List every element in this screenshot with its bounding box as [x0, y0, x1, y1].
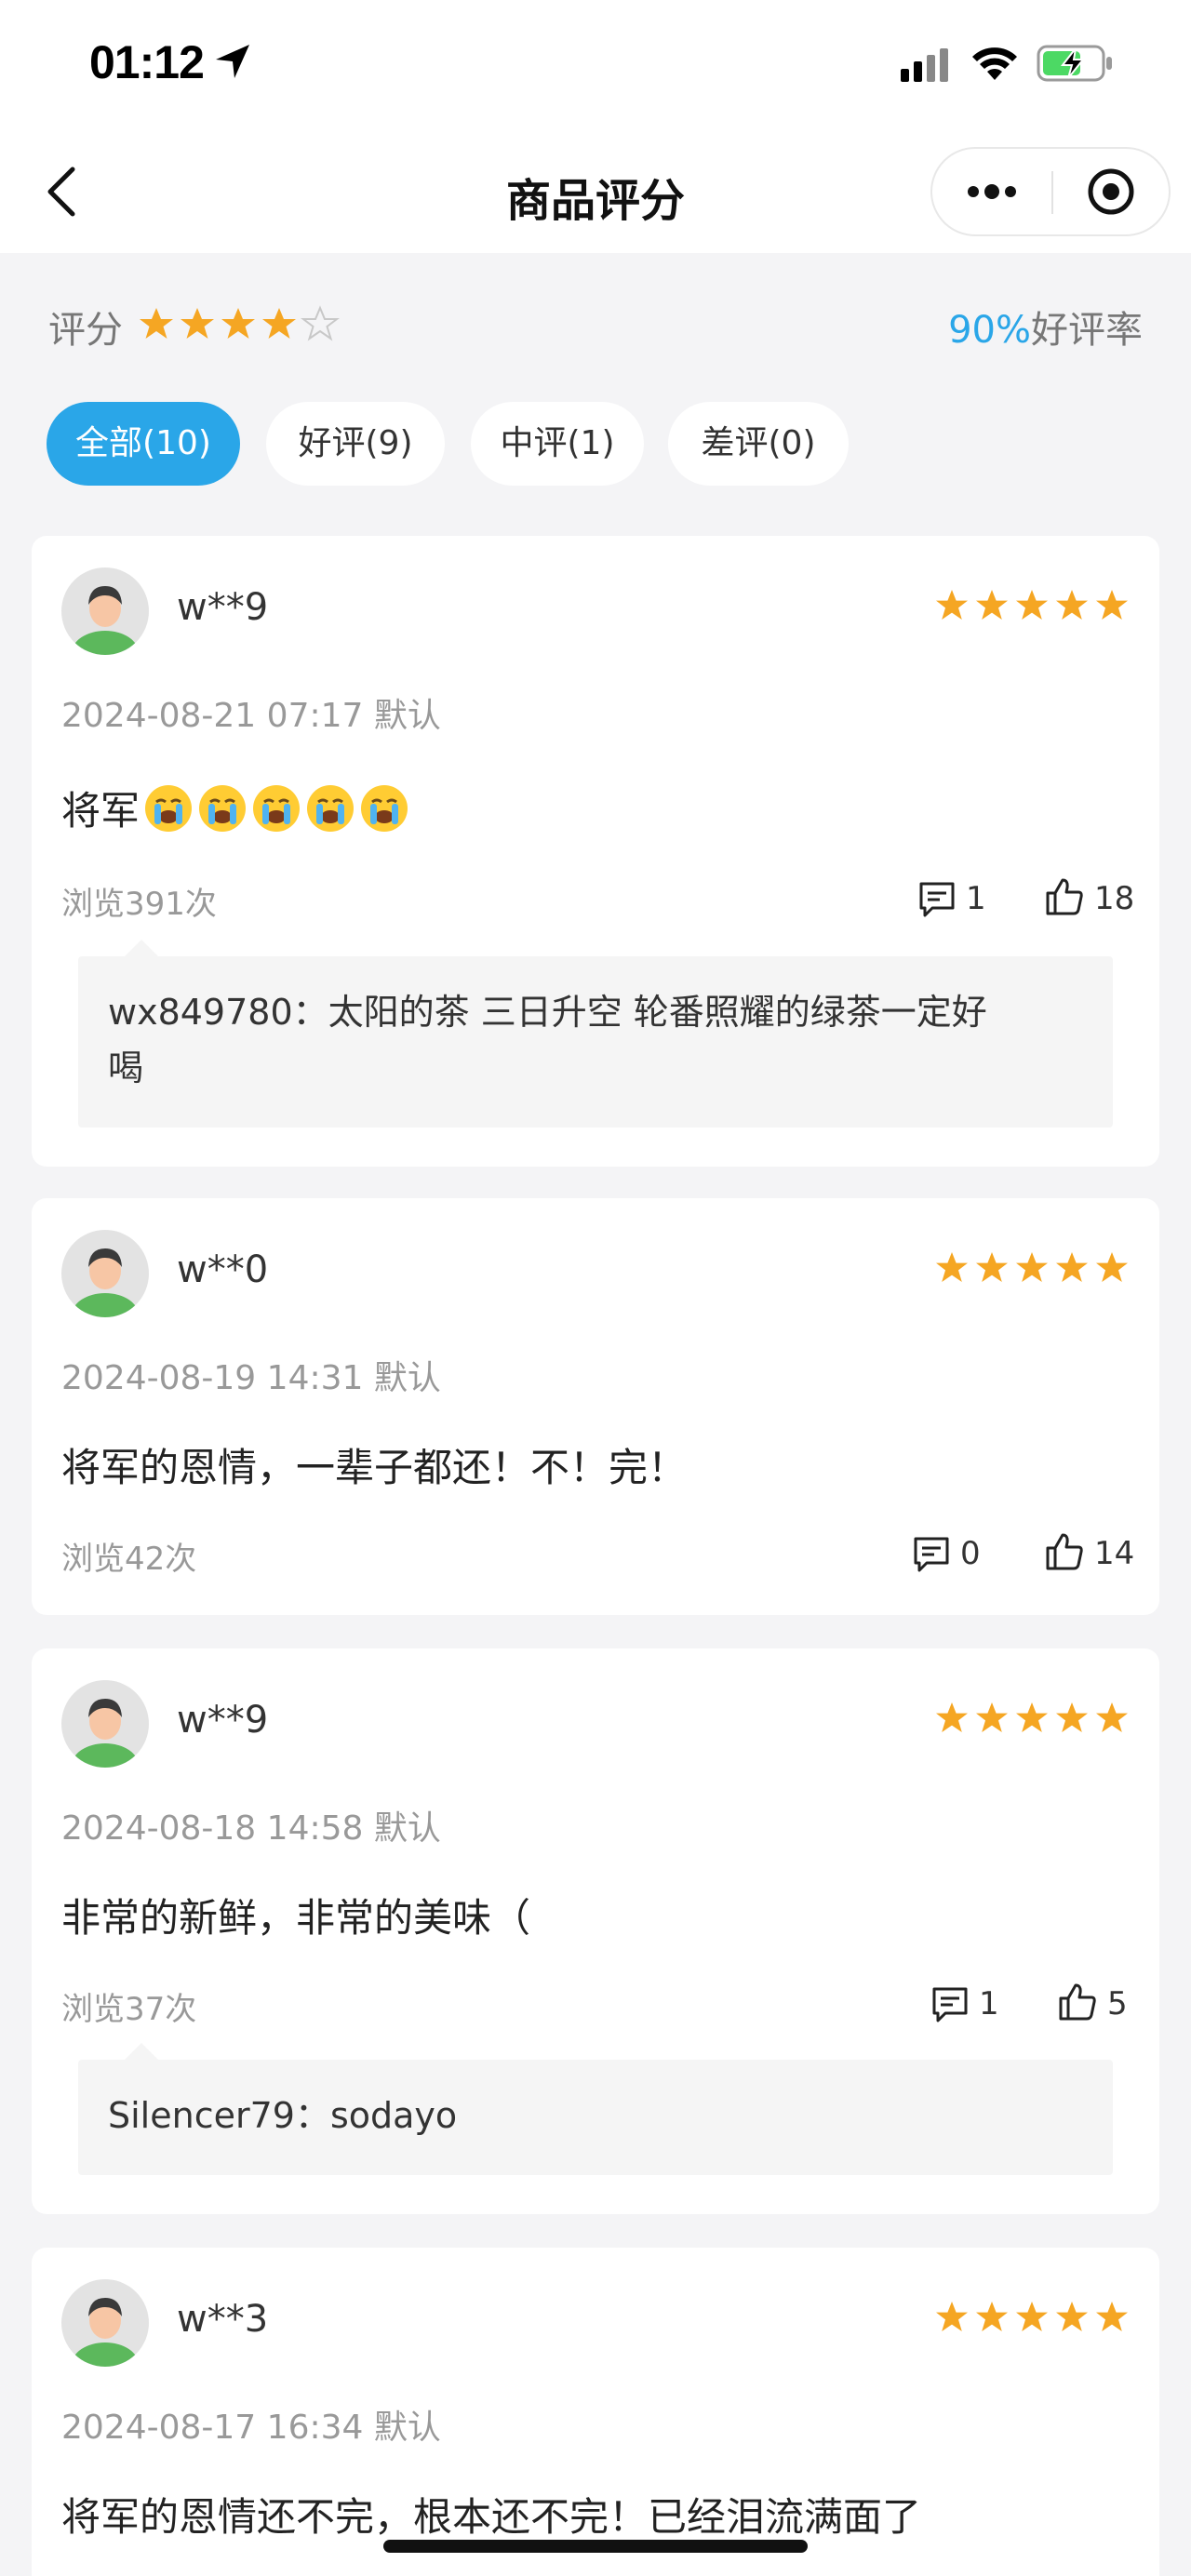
review-username: w**9 — [177, 586, 269, 629]
crying-face-emoji-icon — [361, 785, 408, 832]
avatar — [61, 1230, 149, 1317]
star-icon — [181, 308, 214, 339]
thumbs-up-icon[interactable] — [1057, 1982, 1098, 2022]
review-username: w**3 — [177, 2298, 269, 2341]
status-bar: 01:12 — [0, 0, 1191, 130]
comment-icon[interactable] — [930, 1985, 970, 2024]
review-star-rating — [936, 2302, 1128, 2331]
review-date: 2024-08-19 14:31 默认 — [61, 1359, 441, 1397]
location-arrow-icon — [216, 45, 249, 78]
wifi-icon — [972, 47, 1017, 80]
rating-summary: 评分 90%好评率 — [48, 300, 1143, 355]
crying-face-emoji-icon — [253, 785, 301, 832]
avatar — [61, 1680, 149, 1768]
comment-count: 1 — [979, 1985, 999, 2022]
comment-icon[interactable] — [912, 1535, 951, 1574]
reply-box: wx849780：太阳的茶 三日升空 轮番照耀的绿茶一定好 喝 — [78, 956, 1113, 1128]
reply-caret — [125, 2043, 158, 2060]
thumbs-up-icon[interactable] — [1044, 1531, 1085, 1572]
review-date: 2024-08-21 07:17 默认 — [61, 697, 441, 735]
review-card: w**3 2024-08-17 16:34 默认 将军的恩情还不完，根本还不完！… — [32, 2248, 1159, 2576]
comment-count: 0 — [960, 1535, 981, 1572]
status-time: 01:12 — [89, 36, 205, 88]
reply-caret — [125, 940, 158, 956]
tab-negative[interactable]: 差评(0) — [668, 402, 849, 486]
reply-box: Silencer79：sodayo — [78, 2060, 1113, 2175]
review-text: 将军的恩情还不完，根本还不完！已经泪流满面了 — [61, 2494, 922, 2540]
review-username: w**0 — [177, 1248, 269, 1291]
star-icon — [262, 308, 296, 339]
crying-face-emoji-icon — [307, 785, 355, 832]
comment-count: 1 — [966, 880, 986, 917]
more-options-icon[interactable] — [964, 177, 1020, 207]
reply-text: Silencer79：sodayo — [108, 2095, 458, 2136]
battery-charging-icon — [1037, 45, 1112, 82]
comment-icon[interactable] — [917, 880, 957, 919]
filter-tabs: 全部(10) 好评(9) 中评(1) 差评(0) — [47, 402, 1144, 486]
mini-program-capsule — [930, 147, 1171, 236]
review-content: 将军 — [61, 780, 409, 836]
summary-star-rating — [140, 305, 340, 341]
tab-positive[interactable]: 好评(9) — [266, 402, 445, 486]
capsule-divider — [1051, 171, 1053, 214]
like-count: 5 — [1107, 1985, 1128, 2022]
reply-text: wx849780：太阳的茶 三日升空 轮番照耀的绿茶一定好 — [108, 992, 987, 1033]
review-views: 浏览391次 — [61, 886, 217, 923]
tab-neutral[interactable]: 中评(1) — [471, 402, 644, 486]
review-card: w**0 2024-08-19 14:31 默认 将军的恩情，一辈子都还！不！完… — [32, 1198, 1159, 1615]
review-card: w**9 2024-08-18 14:58 默认 非常的新鲜，非常的美味（ 浏览… — [32, 1648, 1159, 2214]
crying-face-emoji-icon — [199, 785, 247, 832]
review-date: 2024-08-18 14:58 默认 — [61, 1809, 441, 1848]
star-outline-icon — [301, 305, 340, 341]
review-card: w**9 2024-08-21 07:17 默认 将军 浏览391次 1 18 … — [32, 536, 1159, 1167]
avatar — [61, 567, 149, 655]
avatar — [61, 2279, 149, 2367]
nav-bar: 商品评分 — [0, 130, 1191, 253]
review-star-rating — [936, 590, 1128, 620]
thumbs-up-icon[interactable] — [1044, 876, 1085, 917]
review-username: w**9 — [177, 1699, 269, 1742]
review-star-rating — [936, 1252, 1128, 1282]
review-views: 浏览37次 — [61, 1991, 197, 2028]
positive-rate-label: 好评率 — [1031, 309, 1143, 352]
review-views: 浏览42次 — [61, 1541, 197, 1578]
like-count: 14 — [1094, 1535, 1135, 1572]
crying-face-emoji-icon — [145, 785, 193, 832]
review-star-rating — [936, 1702, 1128, 1732]
positive-rate: 90%好评率 — [948, 300, 1143, 354]
review-text: 非常的新鲜，非常的美味（ — [61, 1895, 531, 1941]
tab-all[interactable]: 全部(10) — [47, 402, 240, 486]
review-text: 将军 — [61, 788, 141, 834]
rating-label: 评分 — [48, 309, 123, 352]
review-text: 将军的恩情，一辈子都还！不！完！ — [61, 1445, 688, 1490]
reply-text-continued: 喝 — [108, 1048, 144, 1088]
like-count: 18 — [1094, 880, 1135, 917]
positive-rate-percent: 90% — [948, 309, 1031, 352]
review-date: 2024-08-17 16:34 默认 — [61, 2409, 441, 2447]
close-mini-program-icon[interactable] — [1085, 166, 1137, 218]
home-indicator — [383, 2540, 808, 2553]
star-icon — [221, 308, 255, 339]
cellular-signal-icon — [901, 48, 948, 82]
star-icon — [140, 308, 173, 339]
